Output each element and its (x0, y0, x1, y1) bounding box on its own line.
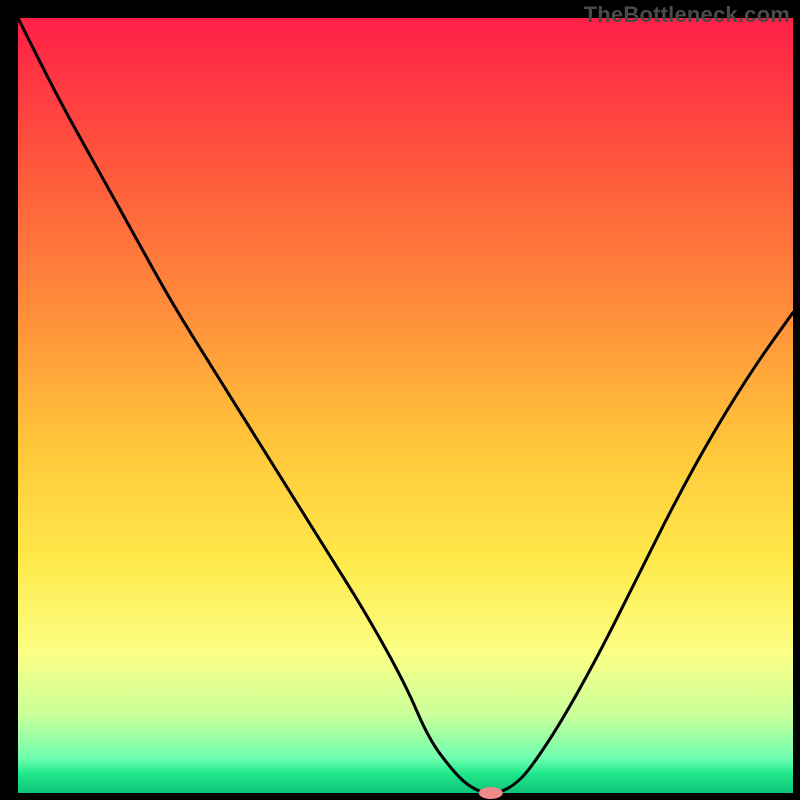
chart-svg (0, 0, 800, 800)
watermark-text: TheBottleneck.com (584, 2, 790, 28)
plot-background (18, 18, 793, 793)
chart-stage: TheBottleneck.com (0, 0, 800, 800)
optimal-marker (479, 787, 503, 799)
